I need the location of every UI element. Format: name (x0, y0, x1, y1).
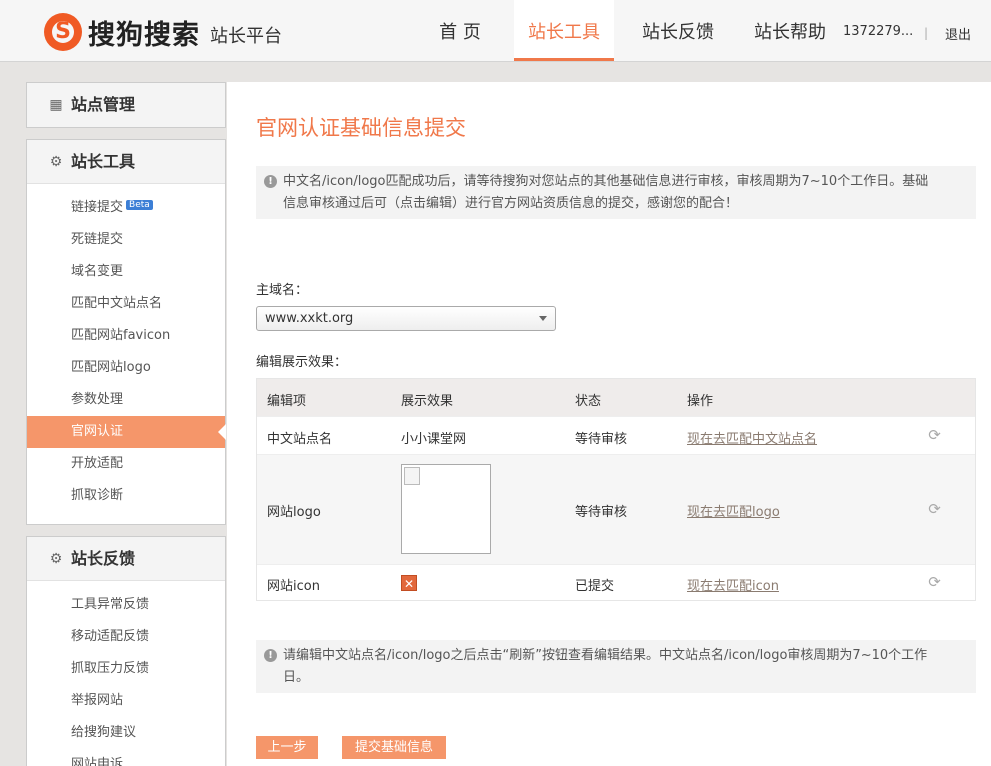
sidebar-item-suggestion[interactable]: 给搜狗建议 (27, 717, 225, 749)
sidebar-item-match-logo[interactable]: 匹配网站logo (27, 352, 225, 384)
table-row: 网站logo 等待审核 现在去匹配logo ⟳ (257, 454, 975, 564)
page-title: 官网认证基础信息提交 (256, 116, 466, 140)
table-header-row: 编辑项 展示效果 状态 操作 (257, 379, 975, 416)
gear-icon: ⚙ (49, 550, 63, 567)
sidebar-item-crawl-diagnose[interactable]: 抓取诊断 (27, 480, 225, 512)
refresh-icon[interactable]: ⟳ (927, 502, 942, 517)
sidebar-head-feedback[interactable]: ⚙ 站长反馈 (27, 537, 225, 581)
table-header: 操作 (687, 394, 714, 409)
match-name-link[interactable]: 现在去匹配中文站点名 (687, 428, 817, 447)
sidebar-item-official-cert[interactable]: 官网认证 (27, 416, 226, 448)
sidebar-head-label: 站长工具 (71, 151, 136, 171)
info-icon: ! (264, 175, 277, 188)
table-row: 中文站点名 小小课堂网 等待审核 现在去匹配中文站点名 ⟳ (257, 416, 975, 454)
sidebar-item-report-site[interactable]: 举报网站 (27, 685, 225, 717)
info-icon: ! (264, 649, 277, 662)
preview-label: 编辑展示效果： (256, 355, 348, 370)
sogou-logo[interactable]: 搜狗搜索 站长平台 (44, 12, 282, 52)
refresh-icon[interactable]: ⟳ (927, 428, 942, 443)
sidebar-site-manage: ▦ 站点管理 (26, 82, 226, 128)
nav-webmaster-feedback[interactable]: 站长反馈 (630, 0, 726, 61)
sidebar-item-appeal[interactable]: 网站申诉 (27, 749, 225, 766)
sidebar-head-label: 站点管理 (71, 95, 136, 114)
sidebar-item-match-favicon[interactable]: 匹配网站favicon (27, 320, 225, 352)
logout-link[interactable]: 退出 (945, 24, 971, 43)
nav-home[interactable]: 首 页 (420, 0, 500, 61)
table-header: 展示效果 (401, 394, 454, 409)
sidebar-feedback: ⚙ 站长反馈 工具异常反馈 移动适配反馈 抓取压力反馈 举报网站 给搜狗建议 网… (26, 536, 226, 766)
sidebar-item-deadlink-submit[interactable]: 死链提交 (27, 224, 225, 256)
sidebar-item-params[interactable]: 参数处理 (27, 384, 225, 416)
prev-step-button[interactable]: 上一步 (256, 736, 318, 759)
logo-text: 搜狗搜索 (88, 19, 200, 51)
refresh-notice: ! 请编辑中文站点名/icon/logo之后点击“刷新”按钮查看编辑结果。中文站… (256, 640, 976, 693)
table-row: 网站icon ✕ 已提交 现在去匹配icon ⟳ (257, 564, 975, 600)
sidebar-item-mobile-adapt[interactable]: 移动适配反馈 (27, 621, 225, 653)
sidebar-item-open-adapt[interactable]: 开放适配 (27, 448, 225, 480)
nav-webmaster-help[interactable]: 站长帮助 (742, 0, 838, 61)
table-header: 状态 (575, 394, 602, 409)
chevron-down-icon (539, 316, 547, 321)
logo-subtitle: 站长平台 (210, 26, 282, 47)
domain-select[interactable]: www.xxkt.org (256, 306, 556, 331)
nav-webmaster-tools[interactable]: 站长工具 (514, 0, 614, 61)
header-separator: | (924, 26, 929, 40)
sidebar-head-tools[interactable]: ⚙ 站长工具 (27, 140, 225, 184)
match-logo-link[interactable]: 现在去匹配logo (687, 501, 780, 520)
refresh-icon[interactable]: ⟳ (927, 575, 942, 590)
info-notice: ! 中文名/icon/logo匹配成功后，请等待搜狗对您站点的其他基础信息进行审… (256, 166, 976, 219)
sidebar-head-label: 站长反馈 (71, 548, 136, 568)
sidebar-item-tool-error[interactable]: 工具异常反馈 (27, 589, 225, 621)
top-header: 搜狗搜索 站长平台 首 页 站长工具 站长反馈 站长帮助 1372279... … (0, 0, 991, 62)
submit-basic-info-button[interactable]: 提交基础信息 (342, 736, 446, 759)
domain-label: 主域名： (256, 283, 309, 298)
site-icon: ✕ (401, 575, 417, 591)
main-panel: 官网认证基础信息提交 ! 中文名/icon/logo匹配成功后，请等待搜狗对您站… (227, 82, 991, 766)
sidebar-item-match-name[interactable]: 匹配中文站点名 (27, 288, 225, 320)
sidebar-item-link-submit[interactable]: 链接提交 Beta (27, 192, 225, 224)
beta-badge: Beta (126, 200, 153, 210)
table-header: 编辑项 (267, 394, 307, 409)
sidebar-head-site-manage[interactable]: ▦ 站点管理 (27, 83, 225, 127)
preview-table: 编辑项 展示效果 状态 操作 中文站点名 小小课堂网 等待审核 现在去匹配中文站… (256, 378, 976, 601)
grid-icon: ▦ (49, 97, 63, 113)
sogou-s-icon (44, 13, 82, 51)
sidebar-item-domain-change[interactable]: 域名变更 (27, 256, 225, 288)
match-icon-link[interactable]: 现在去匹配icon (687, 575, 779, 594)
user-account[interactable]: 1372279... (843, 24, 913, 39)
broken-image-icon (401, 464, 491, 554)
gear-icon: ⚙ (49, 153, 63, 170)
sidebar-tools: ⚙ 站长工具 链接提交 Beta 死链提交 域名变更 匹配中文站点名 匹配网站fa… (26, 139, 226, 525)
sidebar-item-crawl-pressure[interactable]: 抓取压力反馈 (27, 653, 225, 685)
